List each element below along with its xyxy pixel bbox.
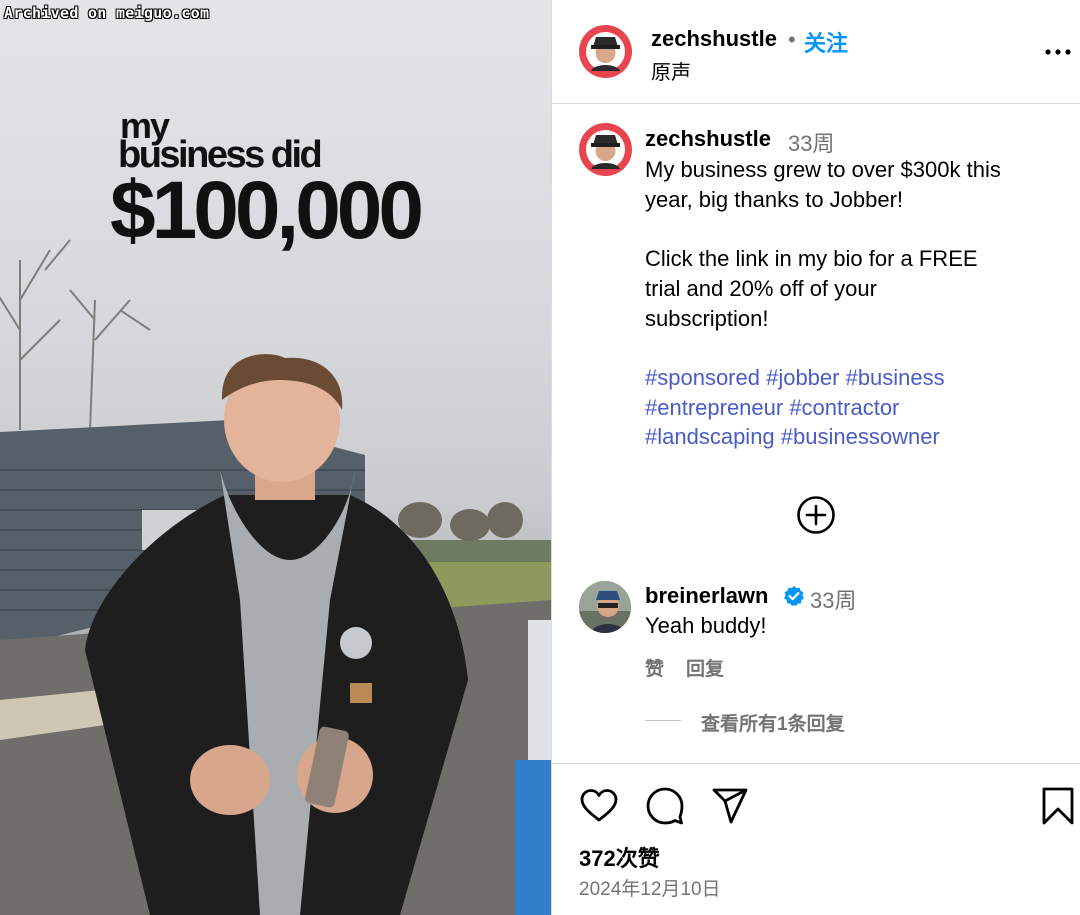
plus-circle-icon[interactable] xyxy=(796,495,836,535)
caption-line: subscription! xyxy=(645,305,769,331)
like-count[interactable]: 372次赞 xyxy=(579,841,660,873)
post-date[interactable]: 2024年12月10日 xyxy=(579,874,721,901)
actions-divider xyxy=(552,763,1080,764)
archive-watermark: Archived on meiguo.com xyxy=(4,4,210,22)
caption-text: My business grew to over $300k this year… xyxy=(645,155,1065,452)
verified-badge-icon xyxy=(784,586,804,607)
hashtag-line[interactable]: #sponsored #jobber #business xyxy=(645,363,1065,393)
post-header: zechshustle • 关注 原声 xyxy=(552,0,1080,104)
share-icon[interactable] xyxy=(710,786,750,826)
caption-timestamp[interactable]: 33周 xyxy=(788,126,834,158)
reel-video[interactable]: Archived on meiguo.com my business did $… xyxy=(0,0,551,915)
caption-line: year, big thanks to Jobber! xyxy=(645,186,904,212)
post-panel: zechshustle • 关注 原声 zechshustle 33周 My b… xyxy=(552,0,1080,915)
commenter-avatar[interactable] xyxy=(579,581,631,633)
avatar-photo-icon xyxy=(586,32,625,71)
comment-icon[interactable] xyxy=(645,786,685,826)
caption-avatar[interactable] xyxy=(579,123,632,176)
overlay-line-3: $100,000 xyxy=(110,165,424,256)
avatar-photo-icon xyxy=(586,130,625,169)
hashtag-line[interactable]: #entrepreneur #contractor xyxy=(645,393,1065,423)
separator-dot: • xyxy=(788,27,796,52)
heart-icon[interactable] xyxy=(579,786,619,826)
caption-username[interactable]: zechshustle xyxy=(645,126,771,152)
comment-like-button[interactable]: 赞 xyxy=(645,654,664,681)
comment-reply-button[interactable]: 回复 xyxy=(686,654,724,681)
view-replies-button[interactable]: 查看所有1条回复 xyxy=(701,709,845,736)
video-text-overlay: my business did $100,000 xyxy=(110,108,424,256)
author-avatar[interactable] xyxy=(579,25,632,78)
comment-text: Yeah buddy! xyxy=(645,613,767,638)
follow-button[interactable]: 关注 xyxy=(804,26,848,58)
caption-line: Click the link in my bio for a FREE xyxy=(645,246,978,272)
more-horizontal-icon[interactable] xyxy=(1044,40,1072,64)
caption-line: trial and 20% off of your xyxy=(645,275,877,301)
comment-timestamp[interactable]: 33周 xyxy=(810,583,856,615)
avatar-photo-icon xyxy=(579,581,631,633)
hashtag-line[interactable]: #landscaping #businessowner xyxy=(645,422,1065,452)
commenter-username[interactable]: breinerlawn xyxy=(645,583,768,609)
author-username[interactable]: zechshustle xyxy=(651,26,777,52)
bookmark-icon[interactable] xyxy=(1038,786,1078,826)
caption-line: My business grew to over $300k this xyxy=(645,157,1001,182)
audio-label[interactable]: 原声 xyxy=(651,56,691,85)
replies-line xyxy=(645,720,681,721)
